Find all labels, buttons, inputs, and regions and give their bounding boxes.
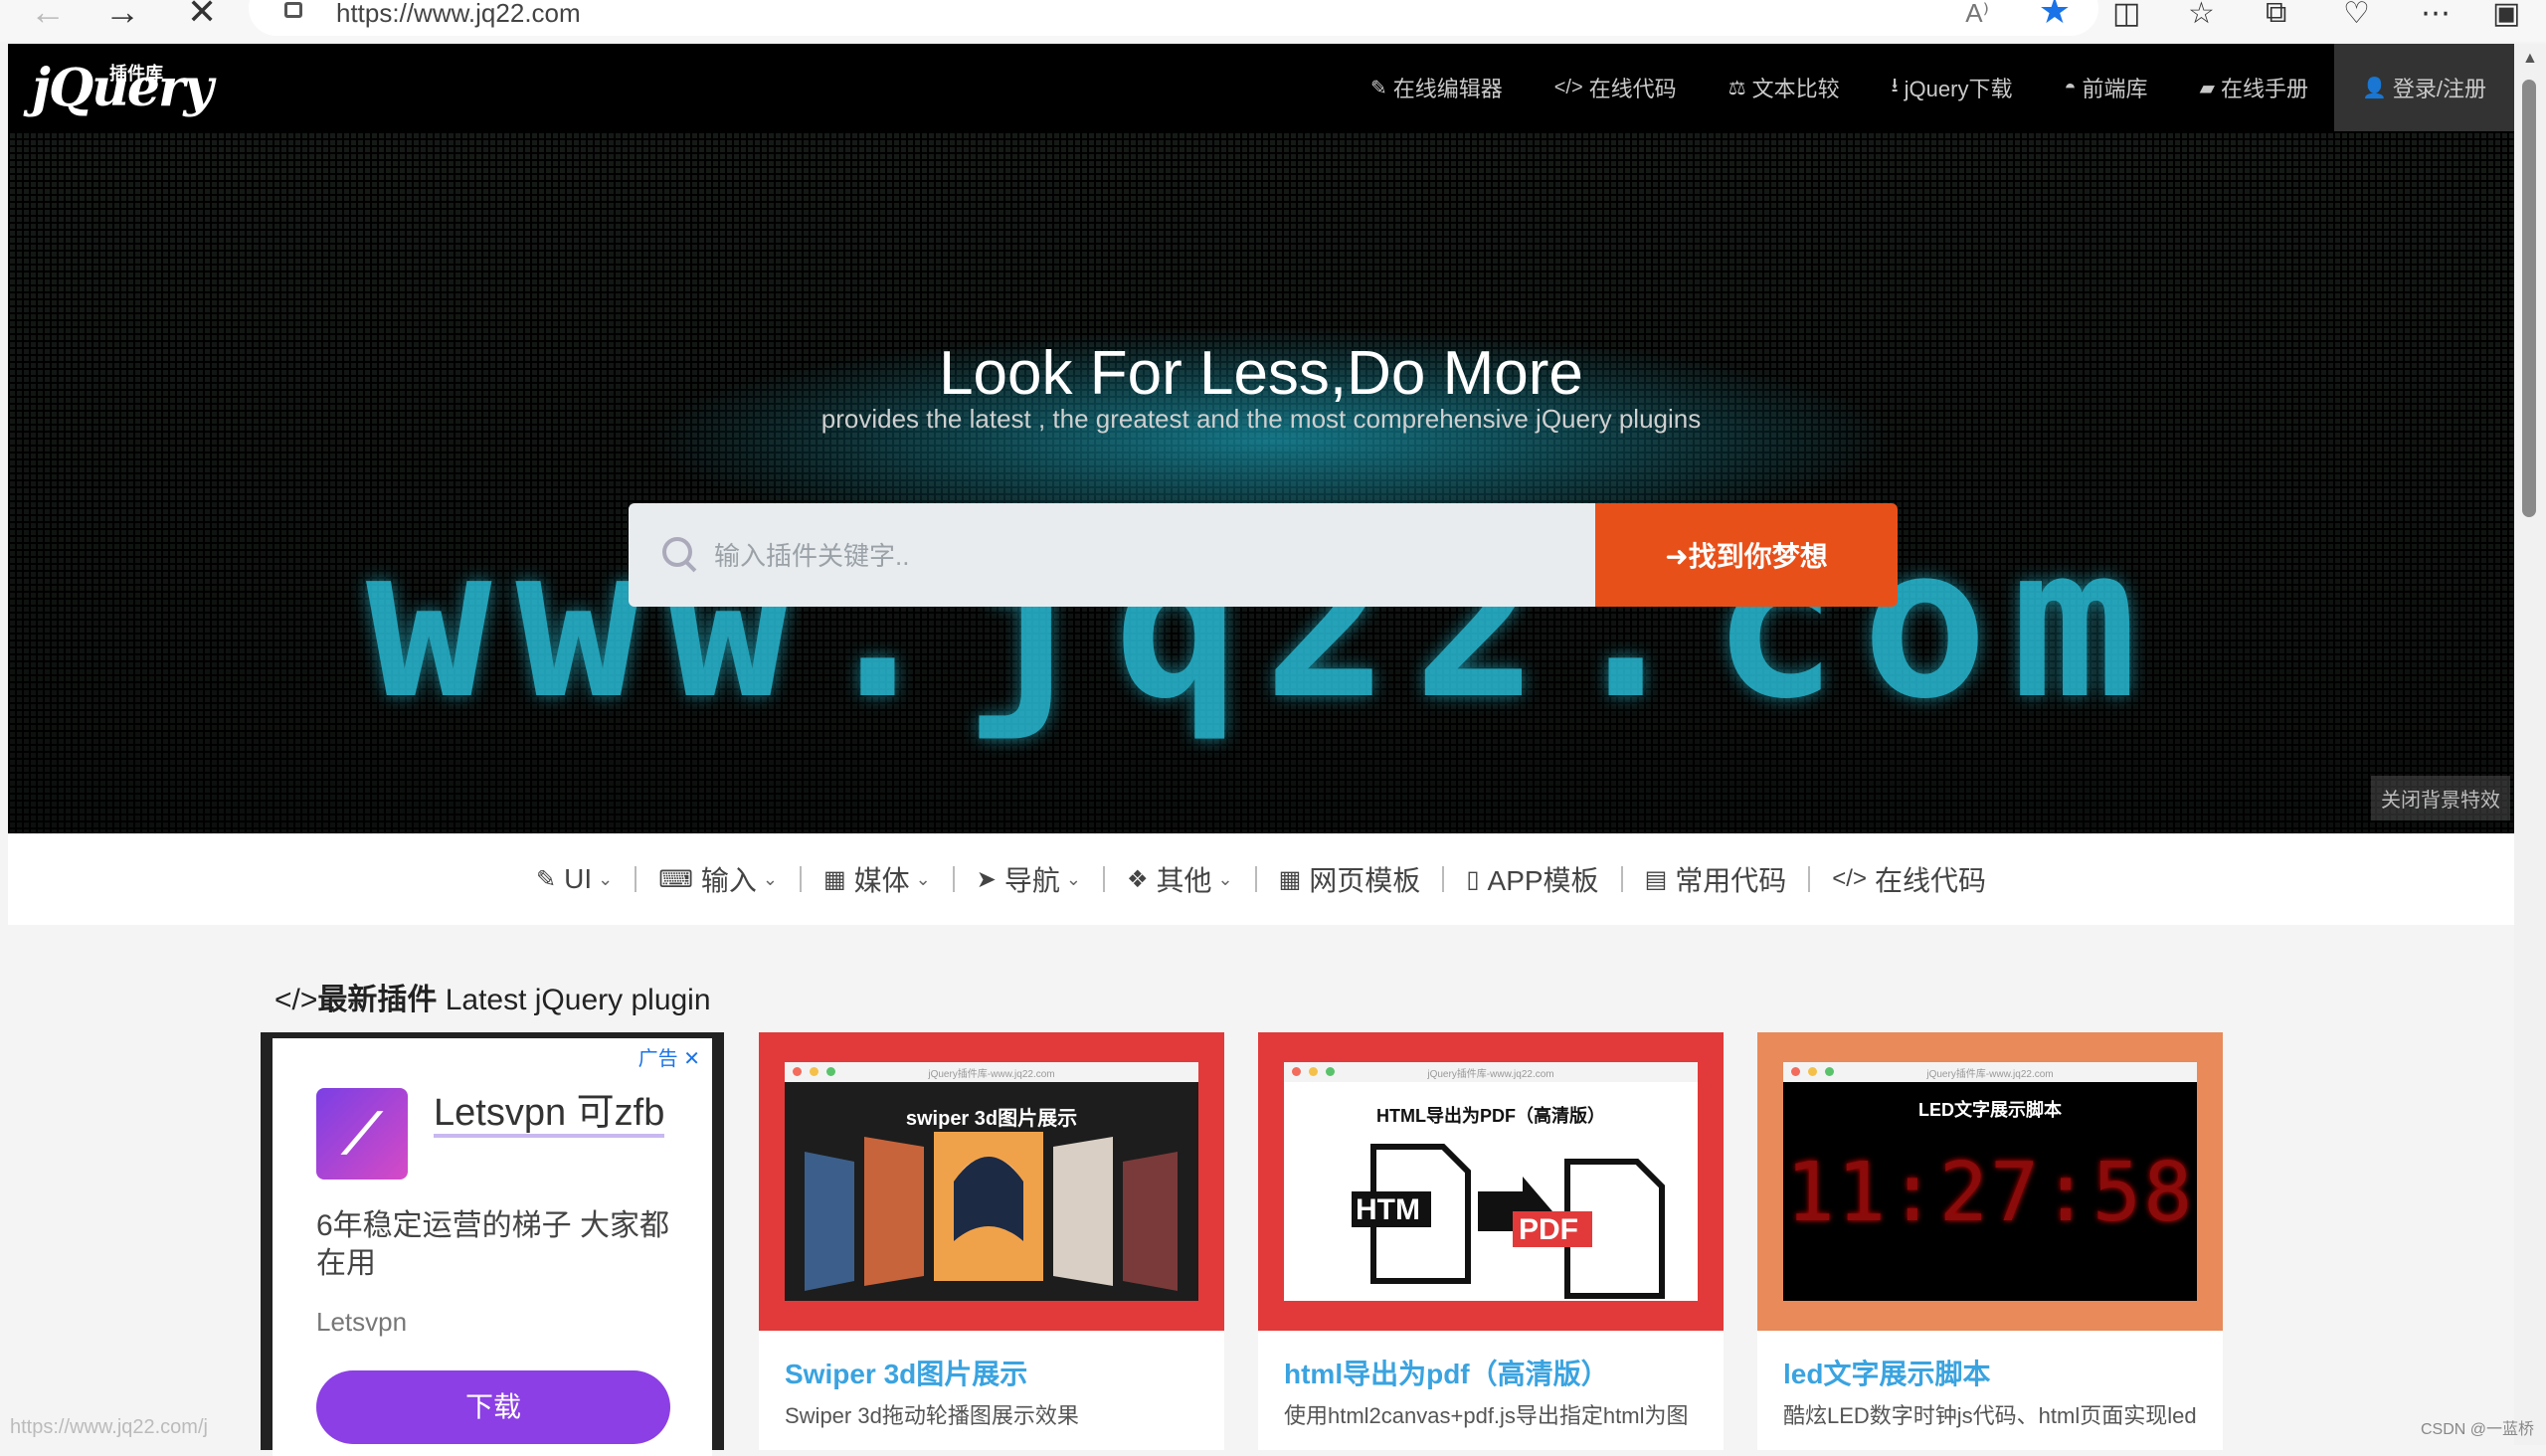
category-nav[interactable]: ➤ 导航 ⌄: [955, 859, 1103, 899]
category-input[interactable]: ⌨ 输入 ⌄: [636, 859, 800, 899]
plugin-thumbnail[interactable]: jQuery插件库-www.jq22.com LED文字展示脚本 11:27:5…: [1757, 1032, 2223, 1331]
code-icon: </>: [274, 984, 318, 1016]
chevron-down-icon: ⌄: [762, 868, 778, 889]
category-media[interactable]: ▦ 媒体 ⌄: [802, 859, 953, 899]
star-icon[interactable]: ★: [2039, 0, 2071, 32]
ad-card[interactable]: 广告 ✕ ⟋ Letsvpn 可zfb 6年稳定运营的梯子 大家都在用 Lets…: [261, 1032, 724, 1456]
lock-icon[interactable]: [284, 2, 302, 18]
ad-title[interactable]: Letsvpn 可zfb: [434, 1088, 672, 1138]
hero-subtitle: provides the latest , the greatest and t…: [820, 404, 1702, 434]
nav-online-manual[interactable]: ▰ 在线手册: [2174, 44, 2334, 131]
category-common-code[interactable]: ▤ 常用代码: [1623, 859, 1809, 899]
hero-title: Look For Less,Do More: [939, 339, 1583, 408]
watermark: CSDN @一蓝桥: [2420, 1421, 2534, 1438]
category-other[interactable]: ❖ 其他 ⌄: [1105, 859, 1255, 899]
back-icon[interactable]: ←: [30, 0, 66, 32]
section-title: </>最新插件 Latest jQuery plugin: [274, 984, 711, 1016]
search-icon: [662, 537, 692, 567]
code-icon: </>: [1832, 865, 1867, 892]
nav-text-compare[interactable]: ⚖ 文本比较: [1703, 44, 1866, 131]
scroll-up-icon[interactable]: ▲: [2522, 50, 2538, 68]
browser-toolbar: ← → ✕ https://www.jq22.com A⁾ ★ ◫ ☆ ⧉ ♡ …: [0, 0, 2546, 42]
nav-online-editor[interactable]: ✎ 在线编辑器: [1345, 44, 1529, 131]
ad-subtitle: 6年稳定运营的梯子 大家都在用: [316, 1209, 670, 1280]
nav-online-code[interactable]: </> 在线代码: [1529, 44, 1703, 131]
favorites-icon[interactable]: ☆: [2188, 0, 2215, 31]
send-icon: ➤: [976, 865, 997, 893]
category-web-templates[interactable]: ▦ 网页模板: [1257, 859, 1443, 899]
book-icon: ▰: [2199, 77, 2215, 99]
search-input[interactable]: [712, 529, 1571, 583]
forward-icon[interactable]: →: [104, 0, 140, 32]
plugin-desc: Swiper 3d拖动轮播图展示效果: [785, 1403, 1079, 1428]
plugin-desc: 使用html2canvas+pdf.js导出指定html为图: [1284, 1403, 1689, 1428]
carousel-preview-image: [805, 1132, 1178, 1291]
svg-text:HTM: HTM: [1356, 1193, 1420, 1226]
chevron-down-icon: ⌄: [598, 868, 614, 889]
category-online-code[interactable]: </> 在线代码: [1810, 859, 2008, 899]
ad-close-tag[interactable]: 广告 ✕: [638, 1042, 700, 1071]
sidebar-icon[interactable]: ▣: [2492, 0, 2520, 31]
search-button[interactable]: ➜找到你梦想: [1595, 503, 1898, 607]
category-ui[interactable]: ✎ UI ⌄: [514, 863, 635, 895]
download-icon: ⭳: [1891, 75, 1899, 96]
plugin-title[interactable]: led文字展示脚本: [1783, 1353, 1990, 1392]
category-bar: ✎ UI ⌄ ⌨ 输入 ⌄ ▦ 媒体 ⌄ ➤ 导航 ⌄ ❖ 其他 ⌄ ▦ 网页模板 ▯ APP模板 ▤ 常…: [8, 833, 2514, 925]
mobile-icon: ▯: [1466, 865, 1480, 893]
keyboard-icon: ⌨: [658, 865, 693, 893]
chevron-down-icon: ⌄: [1217, 868, 1233, 889]
site-logo[interactable]: jQuery 插件库: [32, 58, 214, 118]
nav-frontend-lib[interactable]: ◓ 前端库: [2038, 44, 2173, 131]
dropbox-icon: ❖: [1126, 865, 1149, 893]
split-screen-icon[interactable]: ◫: [2112, 0, 2140, 31]
user-icon: 👤: [2361, 77, 2387, 99]
hero-banner: www.jq22.com Look For Less,Do More provi…: [8, 131, 2514, 833]
search-box: [629, 503, 1595, 607]
site-header: jQuery 插件库 ✎ 在线编辑器 </> 在线代码 ⚖ 文本比较 ⭳ jQuery下载…: [8, 44, 2514, 131]
more-icon[interactable]: ⋯: [2421, 0, 2451, 31]
plugin-thumbnail[interactable]: jQuery插件库-www.jq22.com swiper 3d图片展示: [759, 1032, 1224, 1331]
top-nav: ✎ 在线编辑器 </> 在线代码 ⚖ 文本比较 ⭳ jQuery下载 ◓ 前端库 ▰ 在线手…: [1345, 44, 2514, 131]
edit-icon: ✎: [1369, 77, 1387, 99]
nav-jquery-download[interactable]: ⭳ jQuery下载: [1866, 44, 2039, 131]
read-aloud-icon[interactable]: A⁾: [1965, 0, 1989, 29]
document-icon: ▤: [1644, 865, 1668, 893]
collections-icon[interactable]: ⧉: [2266, 0, 2286, 30]
code-icon: </>: [1553, 76, 1583, 98]
html-to-pdf-image: HTM PDF: [1352, 1144, 1665, 1299]
film-icon: ▦: [822, 865, 846, 893]
plugin-card[interactable]: jQuery插件库-www.jq22.com swiper 3d图片展示 Swi…: [759, 1032, 1224, 1450]
close-effect-button[interactable]: 关闭背景特效: [2371, 776, 2510, 820]
stop-icon[interactable]: ✕: [187, 0, 217, 32]
plugin-card[interactable]: jQuery插件库-www.jq22.com LED文字展示脚本 11:27:5…: [1757, 1032, 2223, 1450]
plugin-desc: 酷炫LED数字时钟js代码、html页面实现led: [1783, 1403, 2197, 1428]
library-icon: ◓: [2064, 76, 2077, 98]
grid-icon: ▦: [1278, 865, 1302, 893]
url-text[interactable]: https://www.jq22.com: [336, 0, 581, 29]
extensions-icon[interactable]: ♡: [2343, 0, 2370, 31]
balance-icon: ⚖: [1728, 77, 1746, 99]
brush-icon: ✎: [536, 865, 557, 893]
ad-logo: ⟋: [316, 1088, 408, 1180]
svg-text:PDF: PDF: [1519, 1213, 1578, 1246]
chevron-down-icon: ⌄: [915, 868, 931, 889]
status-url: https://www.jq22.com/j: [10, 1416, 208, 1438]
address-bar[interactable]: https://www.jq22.com A⁾ ★: [249, 0, 2098, 36]
ad-download-button[interactable]: 下载: [316, 1370, 670, 1444]
plugin-title[interactable]: html导出为pdf（高清版）: [1284, 1353, 1609, 1392]
led-clock-digits: 11:27:58: [1785, 1146, 2195, 1240]
chevron-down-icon: ⌄: [1065, 868, 1081, 889]
plugin-card[interactable]: jQuery插件库-www.jq22.com HTML导出为PDF（高清版） H…: [1258, 1032, 1724, 1450]
page-scrollbar[interactable]: ▲: [2514, 44, 2546, 1445]
category-app-templates[interactable]: ▯ APP模板: [1444, 859, 1620, 899]
plugin-thumbnail[interactable]: jQuery插件库-www.jq22.com HTML导出为PDF（高清版） H…: [1258, 1032, 1724, 1331]
ad-brand: Letsvpn: [316, 1307, 408, 1337]
plugin-title[interactable]: Swiper 3d图片展示: [785, 1353, 1027, 1392]
nav-login[interactable]: 👤 登录/注册: [2333, 44, 2514, 131]
scrollbar-thumb[interactable]: [2522, 80, 2536, 517]
